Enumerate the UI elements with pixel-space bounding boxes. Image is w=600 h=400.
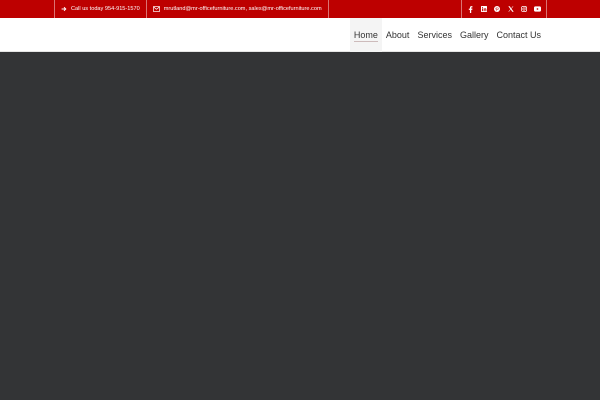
pinterest-icon[interactable]: [491, 0, 504, 18]
facebook-icon[interactable]: [464, 0, 477, 18]
nav-item-about[interactable]: About: [382, 18, 414, 52]
email-text: mrutland@mr-officefurniture.com, sales@m…: [163, 6, 322, 12]
main-nav: Home About Services Gallery Contact Us: [349, 18, 545, 52]
email-link[interactable]: mrutland@mr-officefurniture.com, sales@m…: [145, 0, 329, 18]
phone-text: Call us today 954-915-1570: [71, 6, 140, 12]
phone-link[interactable]: Call us today 954-915-1570: [54, 0, 146, 18]
hero-section: [0, 52, 600, 400]
x-twitter-icon[interactable]: [504, 0, 517, 18]
instagram-icon[interactable]: [518, 0, 531, 18]
envelope-icon: [152, 6, 160, 12]
nav-item-services[interactable]: Services: [413, 18, 456, 52]
nav-item-contact-us[interactable]: Contact Us: [492, 18, 545, 52]
nav-item-home[interactable]: Home: [349, 18, 382, 52]
arrow-right-icon: [61, 6, 67, 12]
contact-info: Call us today 954-915-1570 mrutland@mr-o…: [54, 0, 329, 18]
youtube-icon[interactable]: [531, 0, 544, 18]
linkedin-icon[interactable]: [477, 0, 490, 18]
social-links: [461, 0, 548, 18]
nav-item-gallery[interactable]: Gallery: [456, 18, 493, 52]
top-bar: Call us today 954-915-1570 mrutland@mr-o…: [0, 0, 600, 18]
site-header: Home About Services Gallery Contact Us: [0, 18, 600, 52]
